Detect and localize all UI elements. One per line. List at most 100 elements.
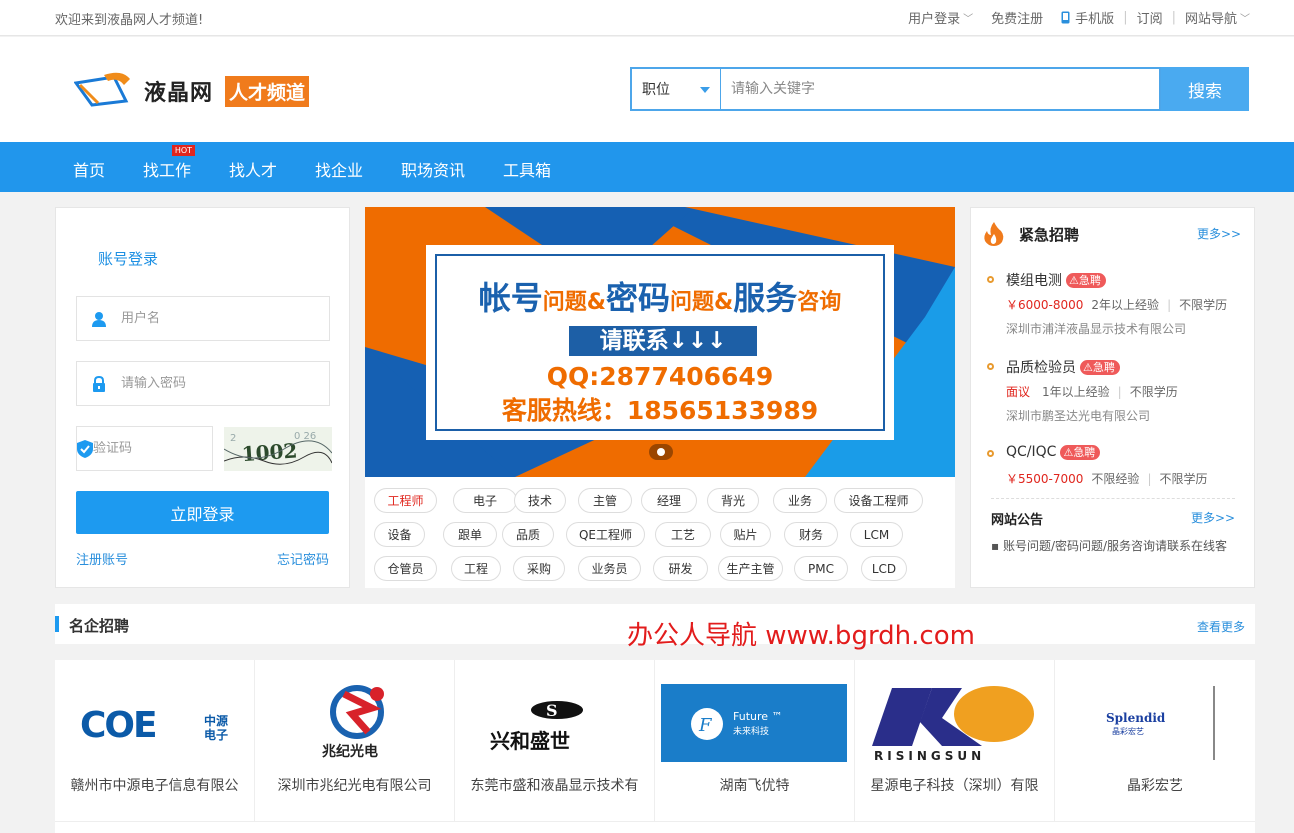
watermark-text: 办公人导航 www.bgrdh.com <box>627 621 975 651</box>
captcha-image[interactable]: 2 0 26 1002 <box>224 427 332 471</box>
login-button[interactable]: 立即登录 <box>76 491 329 534</box>
username-input[interactable] <box>121 311 329 326</box>
banner-line2: 请联系↓↓↓ <box>569 326 757 356</box>
nav-find-talent[interactable]: 找人才 <box>229 157 277 181</box>
search-type-select[interactable]: 职位 <box>630 67 720 111</box>
job-tag[interactable]: 业务 <box>773 488 827 513</box>
svg-text:RISINGSUN: RISINGSUN <box>874 749 985 762</box>
company-card[interactable]: RISINGSUN 星源电子科技（深圳）有限 <box>855 660 1055 822</box>
urgent-job[interactable]: QC/IQC ⚠︎ 急聘 ￥5500-7000 不限经验 | 不限学历 <box>987 444 1247 494</box>
job-tag[interactable]: 品质 <box>502 522 554 547</box>
mobile-link[interactable]: 手机版 <box>1061 8 1114 27</box>
company-card[interactable]: S 兴和盛世 东莞市盛和液晶显示技术有 <box>455 660 655 822</box>
free-register-link[interactable]: 免费注册 <box>991 8 1043 27</box>
job-tag[interactable]: 电子 <box>453 488 517 513</box>
job-tag[interactable]: 跟单 <box>443 522 497 547</box>
notice-more-link[interactable]: 更多>> <box>1191 509 1235 526</box>
subscribe-link[interactable]: 订阅 <box>1137 8 1163 27</box>
chevron-down-icon: ﹀ <box>963 14 974 25</box>
job-tag[interactable]: 采购 <box>513 556 565 581</box>
banner-text: 问题& <box>670 290 734 315</box>
job-tag[interactable]: 贴片 <box>720 522 771 547</box>
notice-title: 网站公告 <box>991 513 1044 528</box>
register-link[interactable]: 注册账号 <box>76 549 128 568</box>
urgent-badge: ⚠︎ 急聘 <box>1080 359 1120 375</box>
company-card[interactable]: Splendid 晶彩宏艺 晶彩宏艺 <box>1055 660 1255 822</box>
job-tag[interactable]: 经理 <box>641 488 697 513</box>
job-tag[interactable]: 财务 <box>784 522 838 547</box>
svg-text:2: 2 <box>230 433 236 444</box>
banner-qq: QQ:2877406649 <box>546 362 774 391</box>
username-field <box>76 296 330 341</box>
job-tag[interactable]: 工程师 <box>374 488 437 513</box>
badge-label: 急聘 <box>1073 446 1096 459</box>
notice-item-label: 账号问题/密码问题/服务咨询请联系在线客 <box>1002 539 1228 553</box>
site-logo[interactable]: 液晶网 人才频道 <box>73 71 310 111</box>
search-button[interactable]: 搜索 <box>1161 67 1249 111</box>
job-education: 不限学历 <box>1179 298 1228 312</box>
urgent-job[interactable]: 模组电测 ⚠︎ 急聘 ￥6000-8000 2年以上经验 | 不限学历 深圳市浦洋液晶显示… <box>987 270 1247 340</box>
company-card[interactable]: 兆纪光电 深圳市兆纪光电有限公司 <box>255 660 455 822</box>
user-icon <box>77 311 121 327</box>
view-more-link[interactable]: 查看更多 <box>1197 618 1245 635</box>
job-tag[interactable]: 工程 <box>451 556 501 581</box>
urgent-panel: 紧急招聘 更多>> 模组电测 ⚠︎ 急聘 ￥6000-8000 2年以上经验 | 不限学历… <box>970 207 1255 588</box>
welcome-text: 欢迎来到液晶网人才频道! <box>55 13 204 28</box>
job-tag[interactable]: 设备工程师 <box>834 488 923 513</box>
job-tag[interactable]: QE工程师 <box>566 522 645 547</box>
job-tag[interactable]: LCM <box>850 522 903 547</box>
job-title[interactable]: QC/IQC <box>1006 444 1056 460</box>
urgent-more-link[interactable]: 更多>> <box>1197 225 1241 242</box>
lock-icon <box>77 375 121 392</box>
bullet-icon <box>987 276 994 283</box>
job-salary: 面议 <box>1006 385 1031 399</box>
job-tag[interactable]: 主管 <box>578 488 632 513</box>
logo-text: 液晶网 <box>144 81 214 106</box>
forgot-password-link[interactable]: 忘记密码 <box>277 549 329 568</box>
svg-text:0 26: 0 26 <box>294 431 316 442</box>
job-tag[interactable]: LCD <box>861 556 907 581</box>
job-tag[interactable]: 仓管员 <box>374 556 437 581</box>
password-input[interactable] <box>121 376 329 391</box>
company-card[interactable]: COE 中源 电子 赣州市中源电子信息有限公 <box>55 660 255 822</box>
user-login-link[interactable]: 用户登录 ﹀ <box>908 8 973 27</box>
site-nav-link[interactable]: 网站导航 ﹀ <box>1185 8 1250 27</box>
job-tag[interactable]: 背光 <box>707 488 759 513</box>
job-tag[interactable]: 技术 <box>514 488 566 513</box>
job-tag[interactable]: PMC <box>794 556 848 581</box>
job-experience: 1年以上经验 <box>1042 385 1110 399</box>
nav-home[interactable]: 首页 <box>73 157 105 181</box>
carousel-dot[interactable] <box>657 448 665 456</box>
job-company[interactable]: 深圳市鹏圣达光电有限公司 <box>1006 407 1150 424</box>
urgent-job[interactable]: 品质检验员 ⚠︎ 急聘 面议 1年以上经验 | 不限学历 深圳市鹏圣达光电有限公司 <box>987 357 1247 427</box>
carousel-indicator[interactable] <box>649 444 673 460</box>
search-bar: 职位 搜索 <box>630 67 1249 111</box>
chevron-down-icon: ﹀ <box>1240 14 1250 25</box>
job-title[interactable]: 品质检验员 <box>1006 357 1076 377</box>
svg-text:中源: 中源 <box>204 713 228 728</box>
notice-item[interactable]: ▪ 账号问题/密码问题/服务咨询请联系在线客 <box>991 537 1227 554</box>
urgent-badge: ⚠︎ 急聘 <box>1060 444 1101 460</box>
job-tag[interactable]: 研发 <box>653 556 708 581</box>
login-links: 注册账号 忘记密码 <box>76 549 329 568</box>
banner-line1: 帐号问题&密码问题&服务咨询 <box>430 273 890 319</box>
banner-text: 咨询 <box>797 290 842 315</box>
banner-carousel[interactable]: 帐号问题&密码问题&服务咨询 请联系↓↓↓ QQ:2877406649 客服热线… <box>365 207 955 477</box>
job-company[interactable]: 深圳市浦洋液晶显示技术有限公司 <box>1006 320 1186 337</box>
company-card[interactable]: F Future ™ 未来科技 湖南飞优特 <box>655 660 855 822</box>
job-tag[interactable]: 设备 <box>374 522 425 547</box>
job-title[interactable]: 模组电测 <box>1006 270 1062 290</box>
job-tag[interactable]: 生产主管 <box>718 556 783 581</box>
urgent-header: 紧急招聘 <box>983 222 1079 246</box>
nav-find-job[interactable]: 找工作 HOT <box>143 145 196 181</box>
company-name: 赣州市中源电子信息有限公 <box>70 778 239 794</box>
nav-toolbox[interactable]: 工具箱 <box>503 157 551 181</box>
top-bar: 欢迎来到液晶网人才频道! 用户登录 ﹀ 免费注册 手机版 | 订阅 | 网站导航 ﹀ <box>0 0 1294 36</box>
nav-career-news[interactable]: 职场资讯 <box>401 157 465 181</box>
job-tag[interactable]: 工艺 <box>655 522 711 547</box>
logo-icon <box>73 71 132 111</box>
job-tag[interactable]: 业务员 <box>578 556 641 581</box>
nav-find-company[interactable]: 找企业 <box>315 157 363 181</box>
site-nav-label: 网站导航 <box>1184 12 1237 27</box>
search-input[interactable] <box>720 67 1161 111</box>
